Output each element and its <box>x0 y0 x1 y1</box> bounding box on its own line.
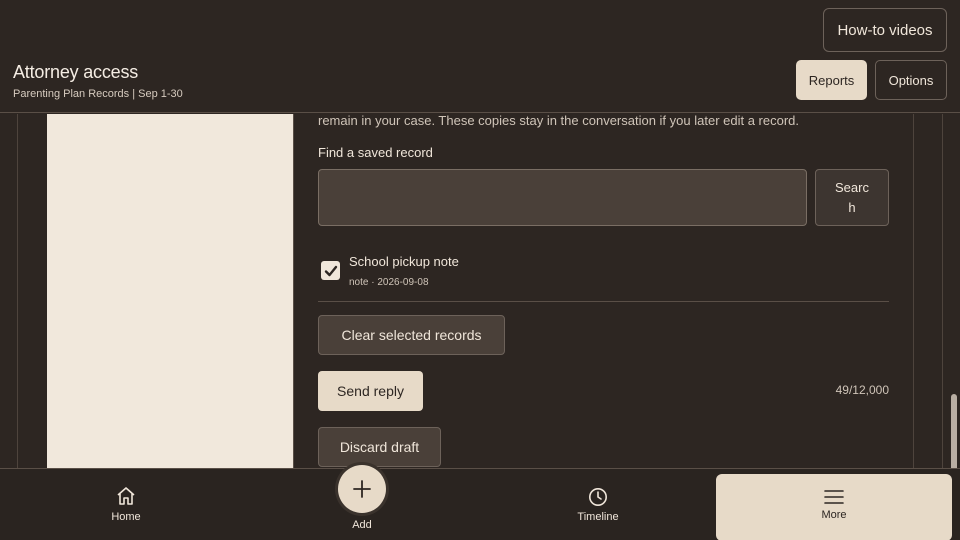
nav-add-label: Add <box>352 519 372 531</box>
send-reply-button[interactable]: Send reply <box>318 371 423 411</box>
layout-divider <box>913 114 914 468</box>
discard-draft-button[interactable]: Discard draft <box>318 427 441 467</box>
clock-icon <box>589 488 607 506</box>
add-button[interactable] <box>338 465 386 513</box>
options-button[interactable]: Options <box>875 60 947 100</box>
record-search-input[interactable] <box>318 169 807 226</box>
record-meta: note · 2026-09-08 <box>349 277 429 288</box>
scrollbar-thumb[interactable] <box>951 394 957 468</box>
bottom-nav: Home Add Timeline More <box>0 465 960 540</box>
header: How-to videos Attorney access Parenting … <box>0 0 960 113</box>
reports-button[interactable]: Reports <box>796 60 867 100</box>
search-button[interactable]: Search <box>815 169 889 226</box>
nav-home-label: Home <box>111 511 141 523</box>
nav-timeline-label: Timeline <box>577 511 619 523</box>
home-icon <box>117 487 135 505</box>
layout-divider <box>17 114 18 468</box>
panel-divider <box>293 114 294 468</box>
clear-selected-records-button[interactable]: Clear selected records <box>318 315 505 355</box>
record-checkbox[interactable] <box>321 261 340 280</box>
layout-divider <box>942 114 943 468</box>
menu-icon <box>824 490 844 504</box>
nav-more-label: More <box>821 509 847 521</box>
page-title: Attorney access <box>13 62 139 82</box>
plus-icon <box>353 480 371 498</box>
nav-home[interactable]: Home <box>86 469 166 540</box>
check-icon <box>324 265 337 276</box>
nav-timeline[interactable]: Timeline <box>558 469 638 540</box>
app-window: How-to videos Attorney access Parenting … <box>0 0 960 540</box>
record-preview-panel <box>47 114 293 468</box>
find-record-label: Find a saved record <box>318 145 433 160</box>
character-count: 49/12,000 <box>835 383 889 397</box>
main-content: remain in your case. These copies stay i… <box>0 114 960 468</box>
how-to-videos-button[interactable]: How-to videos <box>823 8 947 52</box>
divider <box>318 301 889 302</box>
nav-more[interactable]: More <box>716 474 952 540</box>
intro-text: remain in your case. These copies stay i… <box>318 114 800 128</box>
page-subtitle: Parenting Plan Records | Sep 1-30 <box>13 88 183 100</box>
record-title[interactable]: School pickup note <box>349 254 459 269</box>
